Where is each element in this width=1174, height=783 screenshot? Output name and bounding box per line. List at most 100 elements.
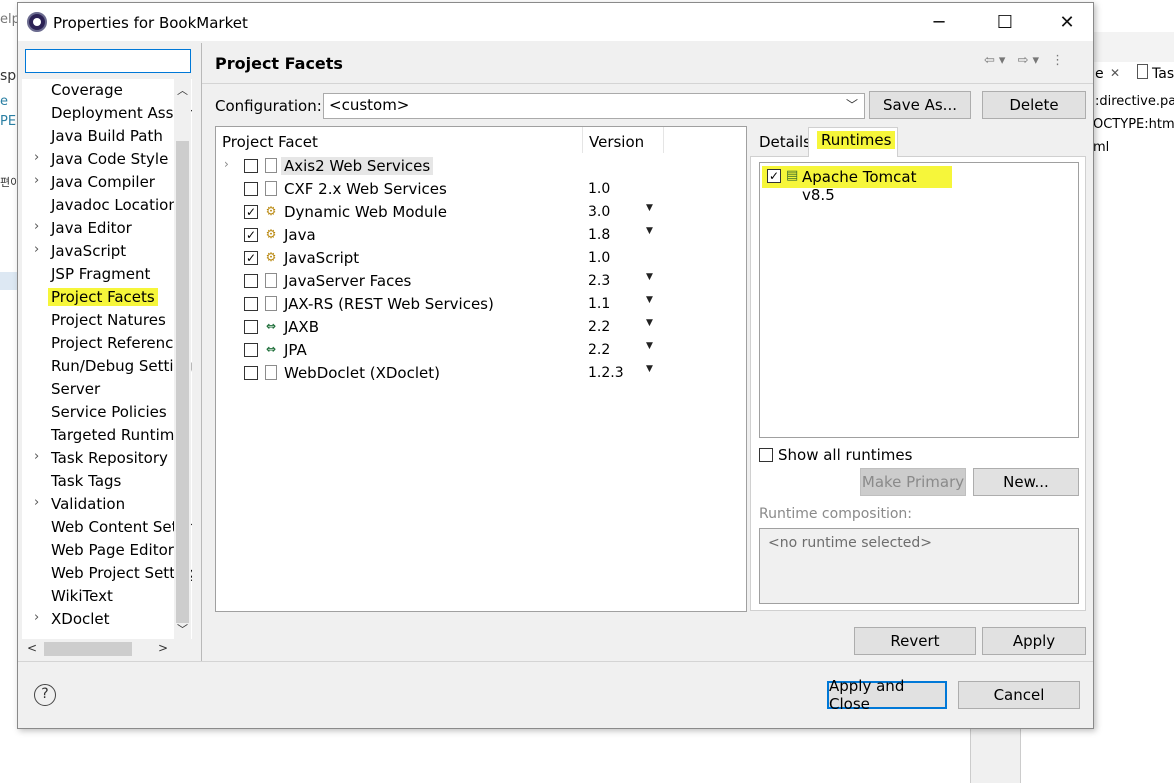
- tree-item[interactable]: › XDoclet: [22, 608, 192, 630]
- version-dropdown-icon[interactable]: ▼: [646, 295, 653, 305]
- facet-row[interactable]: ⇔ JPA 2.2 ▼: [216, 339, 746, 362]
- chevron-right-icon[interactable]: ›: [34, 173, 39, 188]
- chevron-right-icon[interactable]: ›: [34, 449, 39, 464]
- version-dropdown-icon[interactable]: ▼: [646, 318, 653, 328]
- hscroll-thumb[interactable]: [44, 642, 132, 656]
- chevron-right-icon[interactable]: ›: [34, 242, 39, 257]
- facet-version[interactable]: 3.0: [588, 204, 610, 220]
- scroll-up-icon[interactable]: ︿: [177, 82, 188, 98]
- tree-item[interactable]: Project References: [22, 332, 192, 354]
- facet-row[interactable]: JAX-RS (REST Web Services) 1.1 ▼: [216, 293, 746, 316]
- tab-runtimes[interactable]: Runtimes: [808, 127, 898, 157]
- delete-button[interactable]: Delete: [982, 91, 1086, 119]
- back-menu-chevron-icon[interactable]: ▾: [999, 53, 1010, 68]
- facet-row[interactable]: ✓ ⚙ JavaScript 1.0: [216, 247, 746, 270]
- chevron-right-icon[interactable]: ›: [34, 495, 39, 510]
- tree-item[interactable]: Javadoc Location: [22, 194, 192, 216]
- show-all-runtimes[interactable]: Show all runtimes: [759, 446, 959, 466]
- facet-row[interactable]: › Axis2 Web Services: [216, 155, 746, 178]
- tree-item[interactable]: Web Project Settings: [22, 562, 192, 584]
- runtime-checkbox[interactable]: ✓: [767, 169, 781, 183]
- scroll-left-icon[interactable]: <: [27, 641, 37, 655]
- tree-item[interactable]: Task Tags: [22, 470, 192, 492]
- version-dropdown-icon[interactable]: ▼: [646, 341, 653, 351]
- version-dropdown-icon[interactable]: ▼: [646, 364, 653, 374]
- save-as-button[interactable]: Save As...: [869, 91, 971, 119]
- revert-button[interactable]: Revert: [854, 627, 976, 655]
- forward-arrow-icon[interactable]: ⇨: [1018, 53, 1033, 68]
- tree-item[interactable]: Run/Debug Settings: [22, 355, 192, 377]
- column-header-facet[interactable]: Project Facet: [222, 133, 318, 151]
- tree-horizontal-scrollbar[interactable]: < >: [22, 639, 191, 659]
- facet-checkbox[interactable]: [244, 274, 258, 288]
- column-divider[interactable]: [582, 127, 583, 153]
- cancel-button[interactable]: Cancel: [958, 681, 1080, 709]
- facet-checkbox[interactable]: [244, 297, 258, 311]
- facet-version[interactable]: 2.2: [588, 342, 610, 358]
- tree-item[interactable]: Coverage: [22, 79, 192, 101]
- tree-item[interactable]: JSP Fragment: [22, 263, 192, 285]
- tree-item[interactable]: Project Facets: [22, 286, 192, 308]
- forward-menu-chevron-icon[interactable]: ▾: [1032, 53, 1043, 68]
- tree-item[interactable]: › Java Code Style: [22, 148, 192, 170]
- column-divider[interactable]: [663, 127, 664, 153]
- tree-item[interactable]: Targeted Runtimes: [22, 424, 192, 446]
- facet-row[interactable]: ✓ ⚙ Java 1.8 ▼: [216, 224, 746, 247]
- show-all-runtimes-checkbox[interactable]: [759, 448, 773, 462]
- facet-checkbox[interactable]: [244, 182, 258, 196]
- version-dropdown-icon[interactable]: ▼: [646, 203, 653, 213]
- scroll-right-icon[interactable]: >: [158, 641, 168, 655]
- facet-version[interactable]: 1.1: [588, 296, 610, 312]
- back-arrow-icon[interactable]: ⇦: [984, 53, 999, 68]
- apply-and-close-button[interactable]: Apply and Close: [827, 677, 947, 713]
- tree-item[interactable]: Web Page Editor: [22, 539, 192, 561]
- scroll-down-icon[interactable]: ﹀: [177, 621, 188, 637]
- facet-version[interactable]: 2.3: [588, 273, 610, 289]
- filter-input[interactable]: [25, 49, 191, 73]
- facet-checkbox[interactable]: ✓: [244, 251, 258, 265]
- tree-item[interactable]: › Java Compiler: [22, 171, 192, 193]
- column-header-version[interactable]: Version: [589, 133, 644, 151]
- apply-button[interactable]: Apply: [982, 627, 1086, 655]
- facet-row[interactable]: ✓ ⚙ Dynamic Web Module 3.0 ▼: [216, 201, 746, 224]
- tree-item[interactable]: Java Build Path: [22, 125, 192, 147]
- tree-vertical-scrollbar[interactable]: ︿ ﹀: [174, 79, 191, 639]
- facet-checkbox[interactable]: [244, 366, 258, 380]
- scroll-thumb[interactable]: [176, 141, 189, 623]
- chevron-right-icon[interactable]: ›: [224, 157, 229, 171]
- tree-item[interactable]: Service Policies: [22, 401, 192, 423]
- facet-row[interactable]: JavaServer Faces 2.3 ▼: [216, 270, 746, 293]
- new-runtime-button[interactable]: New...: [973, 468, 1079, 496]
- runtime-item[interactable]: ✓ ▤ Apache Tomcat v8.5: [762, 166, 952, 204]
- minimize-button[interactable]: ─: [916, 3, 962, 41]
- facet-checkbox[interactable]: [244, 343, 258, 357]
- pane-divider[interactable]: [201, 43, 202, 661]
- facet-checkbox[interactable]: [244, 320, 258, 334]
- tree-item[interactable]: Project Natures: [22, 309, 192, 331]
- make-primary-button[interactable]: Make Primary: [860, 468, 966, 496]
- chevron-right-icon[interactable]: ›: [34, 610, 39, 625]
- chevron-right-icon[interactable]: ›: [34, 219, 39, 234]
- facet-checkbox[interactable]: ✓: [244, 228, 258, 242]
- tree-item[interactable]: WikiText: [22, 585, 192, 607]
- tree-item[interactable]: › JavaScript: [22, 240, 192, 262]
- facet-checkbox[interactable]: ✓: [244, 205, 258, 219]
- tree-item[interactable]: › Validation: [22, 493, 192, 515]
- tree-item[interactable]: Server: [22, 378, 192, 400]
- facet-row[interactable]: WebDoclet (XDoclet) 1.2.3 ▼: [216, 362, 746, 385]
- facet-version[interactable]: 1.2.3: [588, 365, 624, 381]
- facet-version[interactable]: 1.0: [588, 250, 610, 266]
- tab-details[interactable]: Details: [759, 133, 811, 151]
- version-dropdown-icon[interactable]: ▼: [646, 272, 653, 282]
- facet-checkbox[interactable]: [244, 159, 258, 173]
- more-options-icon[interactable]: ⋮: [1051, 53, 1068, 68]
- tree-item[interactable]: › Java Editor: [22, 217, 192, 239]
- facet-version[interactable]: 1.8: [588, 227, 610, 243]
- tree-item[interactable]: Deployment Assembly: [22, 102, 192, 124]
- tree-item[interactable]: Web Content Settings: [22, 516, 192, 538]
- facet-row[interactable]: ⇔ JAXB 2.2 ▼: [216, 316, 746, 339]
- help-icon[interactable]: ?: [34, 684, 56, 706]
- facet-version[interactable]: 2.2: [588, 319, 610, 335]
- chevron-right-icon[interactable]: ›: [34, 150, 39, 165]
- facet-row[interactable]: CXF 2.x Web Services 1.0: [216, 178, 746, 201]
